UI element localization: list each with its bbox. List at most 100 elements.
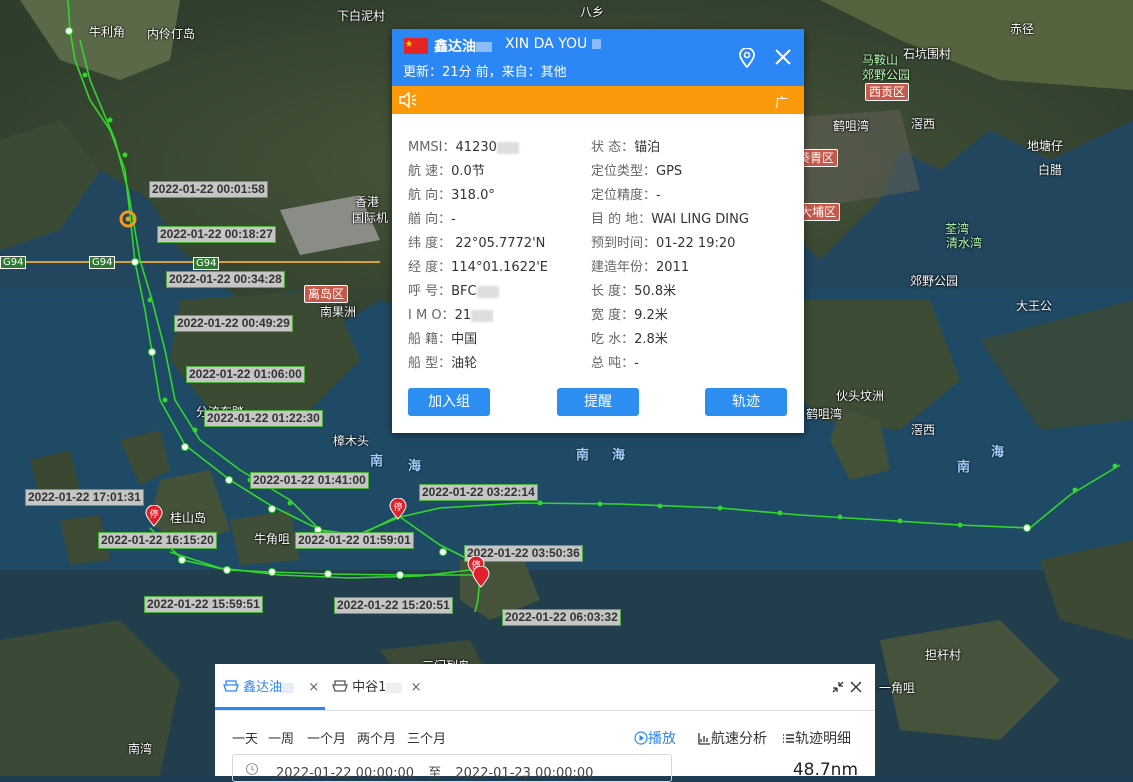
date-range-picker[interactable]: 2022-01-22 00:00:00 至 2022-01-23 00:00:0… xyxy=(232,754,672,782)
range-one-day[interactable]: 一天 xyxy=(232,728,258,747)
sea-label: 南 xyxy=(957,460,971,475)
sea-label: 海 xyxy=(991,445,1005,460)
add-to-group-button[interactable]: 加入组 xyxy=(408,388,490,416)
track-time-label: 2022-01-22 00:34:28 xyxy=(166,271,285,288)
stop-marker-icon[interactable] xyxy=(472,566,490,588)
place-label: 大王公 xyxy=(1016,299,1053,313)
collapse-icon[interactable] xyxy=(831,680,845,694)
ship-name-en: XIN DA YOU xyxy=(505,36,601,52)
info-eta: 预到时间：01-22 19:20 xyxy=(591,236,736,251)
place-label: 南湾 xyxy=(128,742,153,756)
track-time-label: 2022-01-22 00:49:29 xyxy=(174,315,293,332)
track-time-label: 2022-01-22 00:01:58 xyxy=(149,181,268,198)
info-heading: 艏 向：- xyxy=(408,212,456,227)
stop-marker-icon[interactable]: 停 xyxy=(145,505,163,527)
road-label: G94 xyxy=(0,256,27,269)
range-three-months[interactable]: 三个月 xyxy=(407,728,446,747)
notice-bar: 广 xyxy=(392,86,804,114)
china-flag-icon xyxy=(404,38,428,54)
track-time-label: 2022-01-22 00:18:27 xyxy=(157,226,276,243)
range-one-week[interactable]: 一周 xyxy=(268,728,294,747)
reminder-button[interactable]: 提醒 xyxy=(557,388,639,416)
road-label: G94 xyxy=(89,256,116,269)
date-range-text: 2022-01-22 00:00:00 至 2022-01-23 00:00:0… xyxy=(276,762,593,781)
place-label: 担杆村 xyxy=(925,648,962,662)
range-two-months[interactable]: 两个月 xyxy=(357,728,396,747)
info-build-year: 建造年份：2011 xyxy=(591,260,690,275)
info-flag: 船 籍：中国 xyxy=(408,332,478,347)
place-label: 牛利角 xyxy=(89,25,126,39)
track-detail-button[interactable]: 轨迹明细 xyxy=(782,728,851,748)
info-latitude: 纬 度： 22°05.7772'N xyxy=(408,236,546,251)
track-time-label: 2022-01-22 17:01:31 xyxy=(25,489,144,506)
place-label: 桂山岛 xyxy=(170,511,207,525)
info-draft: 吃 水：2.8米 xyxy=(591,332,668,347)
track-time-label: 2022-01-22 01:59:01 xyxy=(295,532,414,549)
date-from: 2022-01-22 00:00:00 xyxy=(276,766,415,781)
popup-header: 鑫达油 XIN DA YOU 更新：21分 前，来自：其他 xyxy=(392,29,804,86)
sea-label: 南 xyxy=(576,448,590,463)
play-button[interactable]: 播放 xyxy=(634,728,676,748)
info-position-accuracy: 定位精度：- xyxy=(591,188,661,203)
tab-ship-2[interactable]: 中谷1 × xyxy=(332,676,421,695)
place-label: 国际机 xyxy=(352,211,389,225)
stop-marker-text: 停 xyxy=(393,501,402,513)
info-imo: I M O：21 xyxy=(408,304,494,323)
track-panel: 鑫达油 × 中谷1 × 一天 一周 一个月 两个月 三个月 播放 航速分析 轨迹… xyxy=(215,664,875,782)
place-label: 香港 xyxy=(355,195,380,209)
track-time-label: 2022-01-22 01:22:30 xyxy=(204,410,323,427)
place-label: 清水湾 xyxy=(946,236,983,250)
info-speed: 航 速：0.0节 xyxy=(408,164,485,179)
ship-icon xyxy=(223,680,239,692)
info-destination: 目 的 地：WAI LING DING xyxy=(591,212,749,227)
info-width: 宽 度：9.2米 xyxy=(591,308,668,323)
place-label: 白腊 xyxy=(1038,163,1063,177)
track-time-label: 2022-01-22 15:59:51 xyxy=(144,596,263,613)
track-time-label: 2022-01-22 06:03:32 xyxy=(502,609,621,626)
track-time-label: 2022-01-22 15:20:51 xyxy=(334,597,453,614)
play-icon xyxy=(634,731,648,745)
date-separator: 至 xyxy=(428,766,442,781)
close-tab-icon[interactable]: × xyxy=(411,680,422,695)
notice-text: 广 xyxy=(774,96,788,111)
place-label: 滘西 xyxy=(911,117,936,131)
info-longitude: 经 度：114°01.1622'E xyxy=(408,260,548,275)
ship-tabs: 鑫达油 × 中谷1 × xyxy=(215,664,875,711)
clock-icon xyxy=(245,762,259,776)
district-label: 离岛区 xyxy=(304,285,349,303)
stop-marker-icon[interactable]: 停 xyxy=(389,498,407,520)
tab-ship-1[interactable]: 鑫达油 × xyxy=(223,676,319,695)
place-label: 鹤咀湾 xyxy=(806,407,843,421)
place-label: 八乡 xyxy=(580,5,605,19)
close-icon[interactable] xyxy=(774,48,792,66)
info-course: 航 向：318.0° xyxy=(408,188,495,203)
track-time-label: 2022-01-22 01:06:00 xyxy=(186,366,305,383)
track-button[interactable]: 轨迹 xyxy=(705,388,787,416)
track-time-label: 2022-01-22 01:41:00 xyxy=(250,472,369,489)
stop-marker-text: 停 xyxy=(149,508,158,520)
location-pin-icon[interactable] xyxy=(738,48,756,68)
range-one-month[interactable]: 一个月 xyxy=(307,728,346,747)
place-label: 牛角咀 xyxy=(254,532,291,546)
update-info: 更新：21分 前，来自：其他 xyxy=(403,65,567,80)
speaker-icon xyxy=(399,91,417,109)
speed-analysis-button[interactable]: 航速分析 xyxy=(698,728,767,748)
close-tab-icon[interactable]: × xyxy=(308,680,319,695)
info-mmsi: MMSI：41230 xyxy=(408,136,519,155)
ship-info-popup: 鑫达油 XIN DA YOU 更新：21分 前，来自：其他 广 MMSI：412… xyxy=(392,29,804,433)
info-tonnage: 总 吨：- xyxy=(591,356,639,371)
close-panel-icon[interactable] xyxy=(849,680,863,694)
place-label: 郊野公园 xyxy=(862,68,911,82)
place-label: 地塘仔 xyxy=(1027,139,1064,153)
place-label: 下白泥村 xyxy=(337,9,386,23)
place-label: 赤径 xyxy=(1010,22,1035,36)
place-label: 鹤咀湾 xyxy=(833,119,870,133)
place-label: 伙头坟洲 xyxy=(836,389,885,403)
info-callsign: 呼 号：BFC xyxy=(408,280,499,299)
info-ship-type: 船 型：油轮 xyxy=(408,356,478,371)
sea-label: 南 xyxy=(370,454,384,469)
place-label: 石坑围村 xyxy=(903,47,952,61)
ship-name: 鑫达油 xyxy=(434,36,492,56)
place-label: 一角咀 xyxy=(879,681,916,695)
info-status: 状 态：锚泊 xyxy=(591,140,661,155)
